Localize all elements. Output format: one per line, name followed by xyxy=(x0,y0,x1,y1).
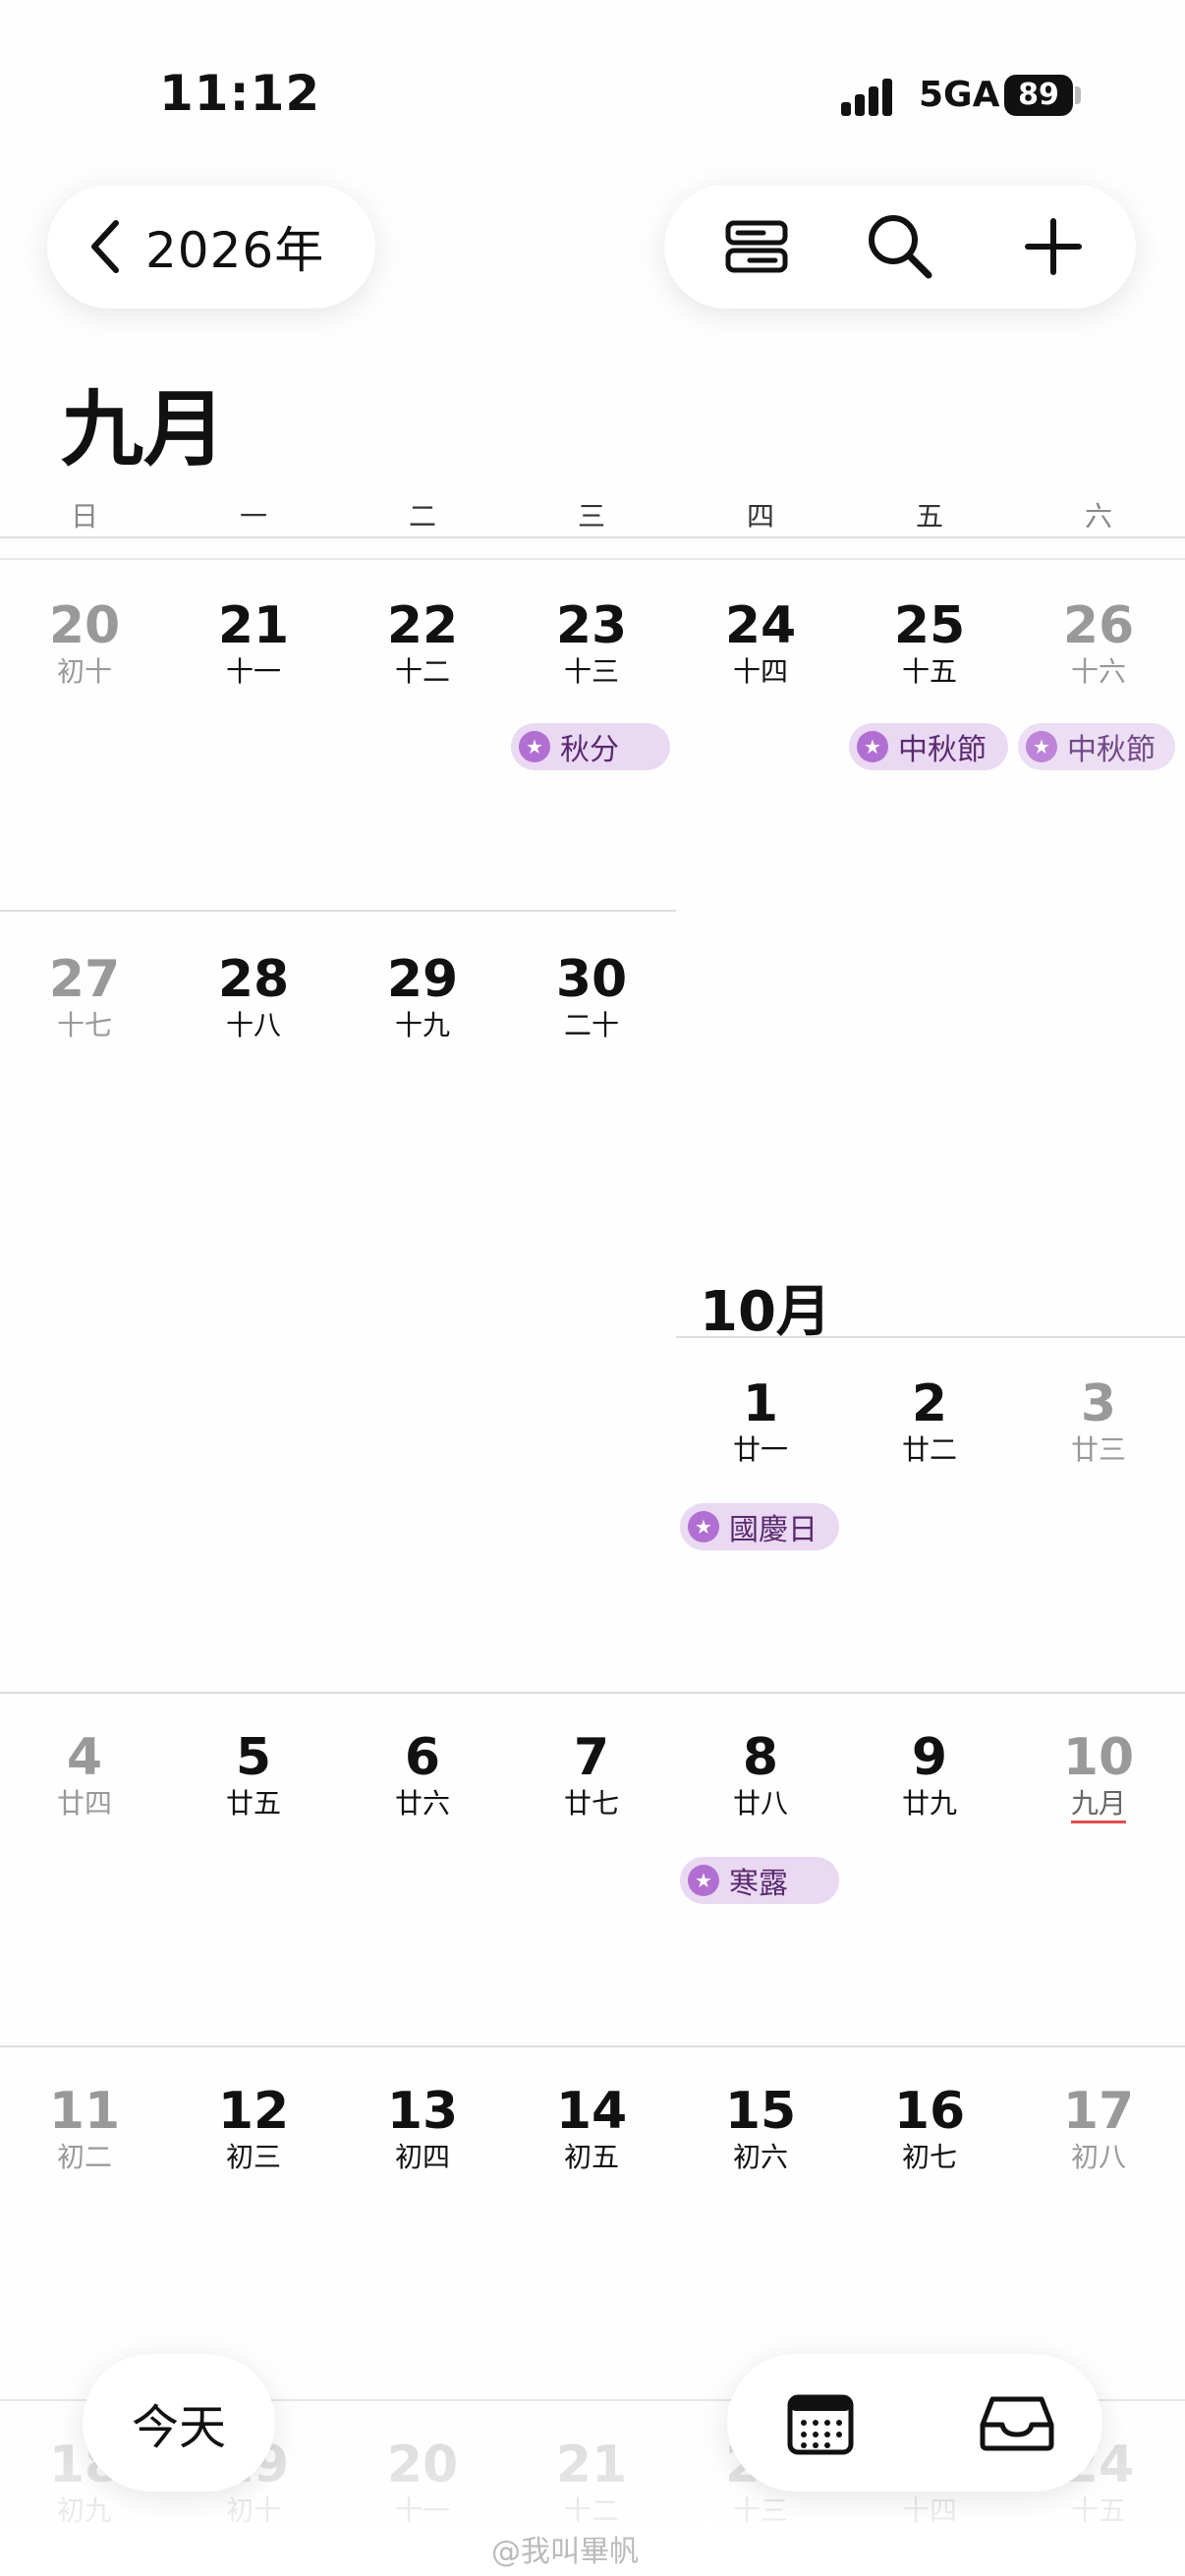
inbox-icon xyxy=(980,2396,1054,2451)
day-cell[interactable]: 3 廿三 xyxy=(1014,1375,1183,1466)
event-chip[interactable]: ★ 寒露 xyxy=(680,1857,839,1904)
weekday-sat: 六 xyxy=(1084,500,1112,532)
plus-icon xyxy=(1025,218,1082,275)
day-cell[interactable]: 20 初十 xyxy=(0,597,169,688)
weekday-sun: 日 xyxy=(70,500,98,532)
back-year-label: 2026年 xyxy=(145,222,325,279)
day-cell[interactable]: 17 初八 xyxy=(1014,2083,1183,2173)
day-cell[interactable]: 1 廿一 xyxy=(676,1375,845,1466)
week-divider xyxy=(0,1692,1185,1694)
event-chip[interactable]: ★ 中秋節 xyxy=(849,723,1008,770)
event-chip[interactable]: ★ 國慶日 xyxy=(680,1503,839,1550)
week-divider xyxy=(0,2045,1185,2047)
day-cell[interactable]: 12 初三 xyxy=(169,2083,338,2173)
day-cell[interactable]: 30 二十 xyxy=(507,951,676,1041)
chevron-left-icon xyxy=(91,220,119,273)
day-cell[interactable]: 21 十一 xyxy=(169,597,338,688)
back-to-year-button[interactable]: 2026年 xyxy=(47,185,375,308)
add-event-button[interactable] xyxy=(994,185,1112,308)
star-icon: ★ xyxy=(688,1511,719,1542)
battery-icon: 89 xyxy=(1004,75,1073,116)
day-cell-lunar-month[interactable]: 10 九月 xyxy=(1014,1729,1183,1820)
day-cell[interactable]: 29 十九 xyxy=(338,951,507,1041)
star-icon: ★ xyxy=(857,731,888,762)
day-cell[interactable]: 14 初五 xyxy=(507,2083,676,2173)
star-icon: ★ xyxy=(519,731,550,762)
calendars-button[interactable] xyxy=(786,2391,855,2456)
inbox-button[interactable] xyxy=(979,2393,1055,2452)
day-cell[interactable]: 5 廿五 xyxy=(169,1729,338,1820)
header-divider xyxy=(0,536,1185,538)
signal-icon xyxy=(841,77,906,116)
weekday-mon: 一 xyxy=(239,500,267,532)
toolbar xyxy=(664,185,1136,308)
day-cell[interactable]: 8 廿八 xyxy=(676,1729,845,1820)
network-label: 5GA xyxy=(919,75,1000,115)
status-time: 11:12 xyxy=(159,65,321,122)
star-icon: ★ xyxy=(688,1865,719,1896)
bottom-toolbar xyxy=(727,2354,1102,2492)
search-button[interactable] xyxy=(841,185,959,308)
weekday-tue: 二 xyxy=(408,500,436,532)
day-cell[interactable]: 27 十七 xyxy=(0,951,169,1041)
search-icon xyxy=(869,215,932,279)
day-cell[interactable]: 4 廿四 xyxy=(0,1729,169,1820)
header-divider-2 xyxy=(0,558,1185,560)
day-cell[interactable]: 11 初二 xyxy=(0,2083,169,2173)
day-cell[interactable]: 28 十八 xyxy=(169,951,338,1041)
day-cell[interactable]: 9 廿九 xyxy=(845,1729,1014,1820)
event-chip[interactable]: ★ 中秋節 xyxy=(1018,723,1175,770)
list-view-icon xyxy=(725,220,788,273)
watermark: @我叫畢帆 xyxy=(491,2535,639,2569)
day-cell[interactable]: 25 十五 xyxy=(845,597,1014,688)
day-cell[interactable]: 6 廿六 xyxy=(338,1729,507,1820)
day-cell[interactable]: 24 十四 xyxy=(676,597,845,688)
calendar-icon xyxy=(787,2394,854,2455)
day-cell[interactable]: 22 十二 xyxy=(338,597,507,688)
weekday-thu: 四 xyxy=(746,500,774,532)
day-cell[interactable]: 16 初七 xyxy=(845,2083,1014,2173)
month-title: 九月 xyxy=(61,381,227,477)
today-button[interactable]: 今天 xyxy=(83,2354,275,2492)
october-divider xyxy=(676,1336,1185,1338)
day-cell[interactable]: 23 十三 xyxy=(507,597,676,688)
week-divider xyxy=(0,910,676,912)
battery-nub xyxy=(1075,86,1081,104)
day-cell[interactable]: 26 十六 xyxy=(1014,597,1183,688)
list-view-button[interactable] xyxy=(698,185,816,308)
day-cell[interactable]: 15 初六 xyxy=(676,2083,845,2173)
october-label: 10月 xyxy=(700,1280,831,1344)
day-cell[interactable]: 2 廿二 xyxy=(845,1375,1014,1466)
day-cell[interactable]: 7 廿七 xyxy=(507,1729,676,1820)
star-icon: ★ xyxy=(1026,731,1057,762)
event-chip[interactable]: ★ 秋分 xyxy=(511,723,670,770)
weekday-wed: 三 xyxy=(577,500,605,532)
weekday-fri: 五 xyxy=(915,500,943,532)
day-cell[interactable]: 13 初四 xyxy=(338,2083,507,2173)
